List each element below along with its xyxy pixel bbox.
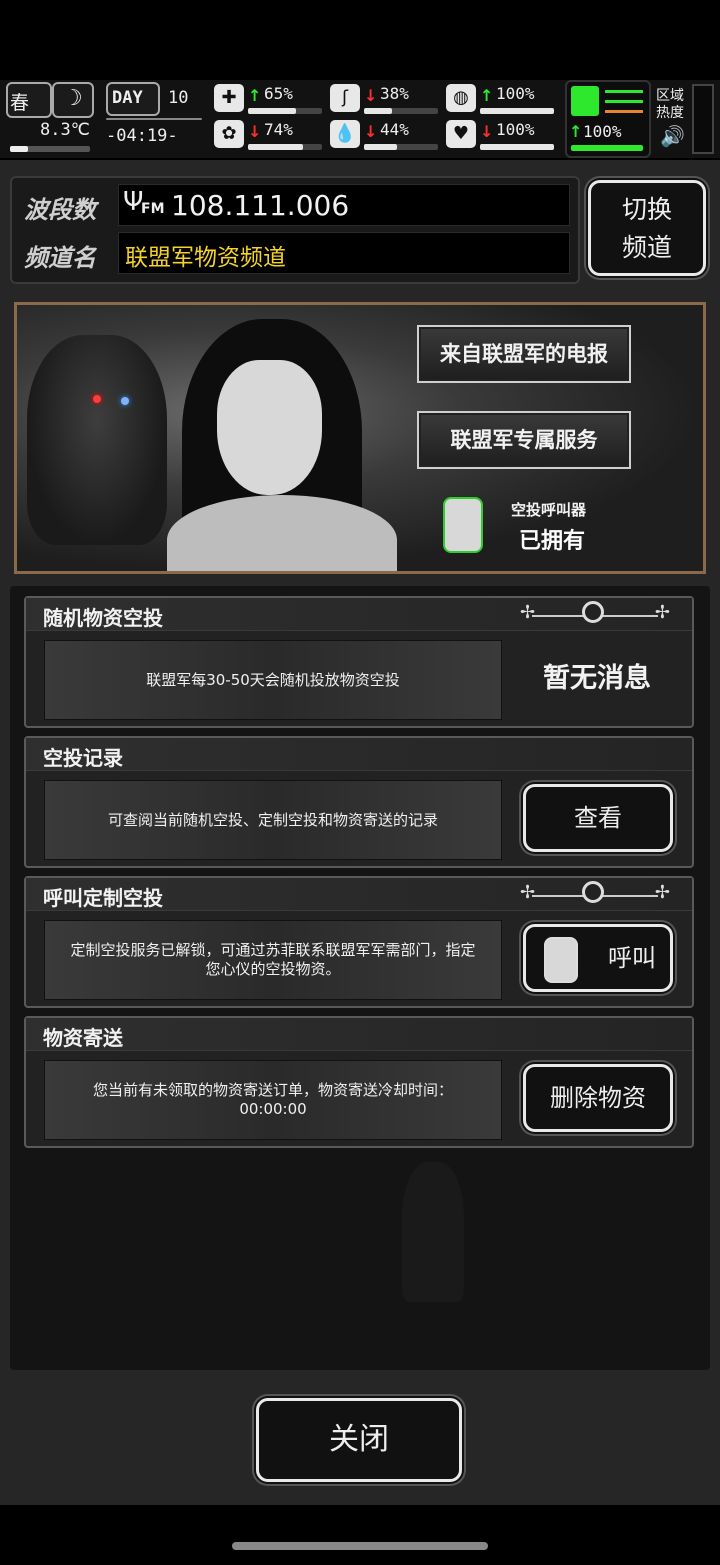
view-records-button[interactable]: 查看 (523, 784, 673, 852)
status-bar: 春 ☽ 8.3℃ DAY 10 -04:19- ✚ ↑ 65% ʃ ↓ 38% ◍ ↑ 100%… (0, 80, 720, 158)
stat-value: 38% (380, 84, 409, 103)
telegram-button[interactable]: 来自联盟军的电报 (417, 325, 631, 383)
walkie-talkie-icon (544, 937, 578, 983)
walkie-talkie-icon (443, 497, 483, 553)
temperature-gauge (10, 146, 90, 152)
section-title: 随机物资空投 (43, 606, 163, 630)
temperature: 8.3℃ (40, 120, 90, 140)
stat-bar (364, 144, 438, 150)
sophie-banner: 来自联盟军的电报 联盟军专属服务 空投呼叫器 已拥有 (14, 302, 706, 574)
close-button[interactable]: 关闭 (256, 1398, 462, 1482)
trend-arrow-icon: ↓ (480, 122, 494, 141)
channel-name: 联盟军物资频道 (125, 245, 286, 271)
band-label: 波段数 (24, 196, 96, 224)
custom-airdrop-section: 呼叫定制空投 ✢ ✢ 定制空投服务已解锁，可通过苏菲联系联盟军军需部门，指定您心仪… (24, 876, 694, 1008)
satellite-dish-icon: ✢ ✢ (520, 601, 670, 623)
stat-bar (364, 108, 438, 114)
trend-arrow-icon: ↑ (480, 86, 494, 105)
stamina-value: 100% (583, 122, 622, 141)
stat-value: 74% (264, 120, 293, 139)
stat-bar (480, 144, 554, 150)
section-title: 空投记录 (43, 746, 123, 770)
season-badge: 春 (6, 82, 52, 118)
stamina-bar (571, 145, 643, 151)
day-badge: DAY (106, 82, 160, 116)
channel-label: 频道名 (24, 244, 96, 272)
section-title: 物资寄送 (43, 1026, 123, 1050)
channel-field: 联盟军物资频道 (118, 232, 570, 274)
region-heat-label: 区域热度 (656, 88, 684, 121)
exclusive-service-button[interactable]: 联盟军专属服务 (417, 411, 631, 469)
airdrop-caller-status: 已拥有 (519, 529, 586, 554)
home-indicator[interactable] (232, 1542, 488, 1550)
stamina-panel: ↑ 100% (565, 80, 651, 158)
custom-airdrop-banner-image: 定制空投服务已解锁，可通过苏菲联系联盟军军需部门，指定您心仪的空投物资。 (44, 920, 502, 1000)
records-banner-image: 可查阅当前随机空投、定制空投和物资寄送的记录 (44, 780, 502, 860)
trend-arrow-icon: ↓ (364, 122, 378, 141)
airdrop-caller-name: 空投呼叫器 (511, 501, 587, 519)
moon-icon: ☽ (52, 82, 94, 118)
stamina-trend: ↑ (569, 122, 583, 141)
trend-arrow-icon: ↓ (364, 86, 378, 105)
day-label: DAY (112, 88, 143, 108)
fm-label: FM (141, 201, 165, 217)
airplane-banner-image: 联盟军每30-50天会随机投放物资空投 (44, 640, 502, 720)
monster-illustration (27, 335, 167, 545)
stat-value: 65% (264, 84, 293, 103)
water-drop-icon: 💧 (330, 120, 360, 148)
airdrop-records-section: 空投记录 可查阅当前随机空投、定制空投和物资寄送的记录 查看 (24, 736, 694, 868)
random-airdrop-section: 随机物资空投 ✢ ✢ 联盟军每30-50天会随机投放物资空投 暂无消息 (24, 596, 694, 728)
brain-icon: ✿ (214, 120, 244, 148)
section-description: 联盟军每30-50天会随机投放物资空投 (146, 670, 400, 689)
stat-value: 100% (496, 84, 535, 103)
stat-value: 100% (496, 120, 535, 139)
section-description: 可查阅当前随机空投、定制空投和物资寄送的记录 (107, 810, 438, 829)
trend-arrow-icon: ↑ (248, 86, 262, 105)
call-airdrop-button[interactable]: 呼叫 (523, 924, 673, 992)
delete-supplies-button[interactable]: 删除物资 (523, 1064, 673, 1132)
medkit-icon: ✚ (214, 84, 244, 112)
trend-arrow-icon: ↓ (248, 122, 262, 141)
delivery-banner-image: 您当前有未领取的物资寄送订单，物资寄送冷却时间：00:00:00 (44, 1060, 502, 1140)
call-label: 呼叫 (608, 944, 656, 972)
stat-value: 44% (380, 120, 409, 139)
boot-icon (571, 86, 599, 116)
section-description: 定制空投服务已解锁，可通过苏菲联系联盟军军需部门，指定您心仪的空投物资。 (70, 941, 476, 978)
divider (106, 118, 202, 120)
survivor-silhouette (402, 1162, 464, 1302)
supply-delivery-section: 物资寄送 您当前有未领取的物资寄送订单，物资寄送冷却时间：00:00:00 删除… (24, 1016, 694, 1148)
stat-bar (248, 108, 322, 114)
stat-bar (248, 144, 322, 150)
season-label: 春 (10, 92, 30, 114)
section-title: 呼叫定制空投 (43, 886, 163, 910)
frequency-field: Ψ FM 108.111.006 (118, 184, 570, 226)
no-news-status: 暂无消息 (543, 663, 651, 694)
armor-icon: ◍ (446, 84, 476, 112)
clock: -04:19- (106, 126, 178, 146)
speaker-icon[interactable]: 🔊 (660, 124, 685, 148)
switch-channel-button[interactable]: 切换频道 (588, 180, 706, 276)
frequency-value: 108.111.006 (171, 189, 350, 222)
stomach-icon: ʃ (330, 84, 360, 112)
heart-icon: ♥ (446, 120, 476, 148)
switch-channel-label: 切换频道 (621, 195, 672, 262)
stat-bar (480, 108, 554, 114)
section-description: 您当前有未领取的物资寄送订单，物资寄送冷却时间：00:00:00 (92, 1081, 453, 1118)
region-heat-gauge (692, 84, 714, 154)
satellite-dish-icon: ✢ ✢ (520, 881, 670, 903)
day-number: 10 (168, 88, 189, 108)
radio-info-panel: 波段数 Ψ FM 108.111.006 频道名 联盟军物资频道 (10, 176, 580, 284)
